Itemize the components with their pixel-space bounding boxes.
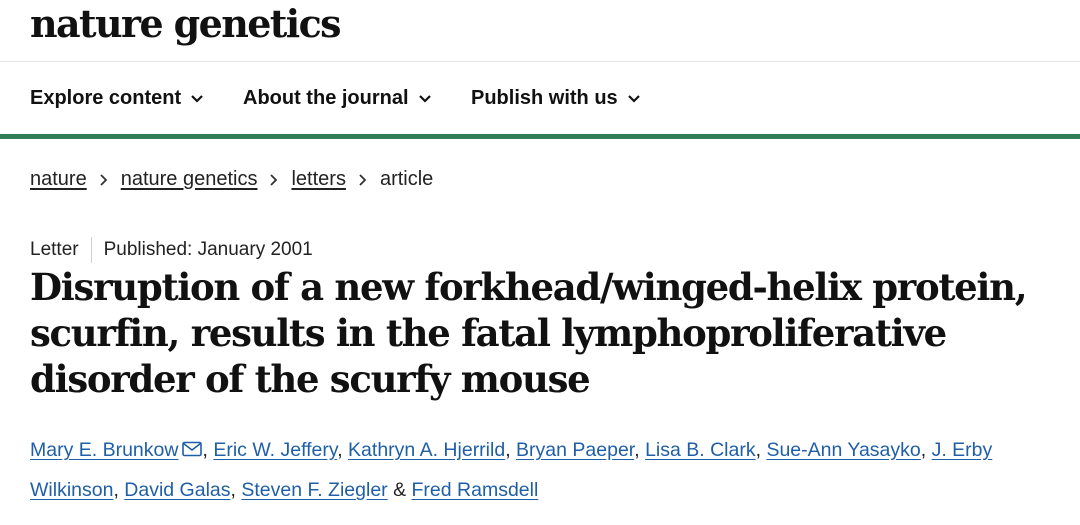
author-separator: , <box>505 439 517 461</box>
meta-divider <box>90 237 92 263</box>
nav-label: About the journal <box>243 87 409 109</box>
author-list: Mary E. Brunkow, Eric W. Jeffery, Kathry… <box>30 430 1060 510</box>
nav-explore-content[interactable]: Explore content <box>30 86 205 110</box>
nav-label: Publish with us <box>471 87 618 109</box>
breadcrumb-current: article <box>379 168 434 190</box>
author-link[interactable]: Mary E. Brunkow <box>30 439 178 461</box>
site-header: nature genetics <box>0 0 1080 62</box>
chevron-right-icon <box>346 166 380 192</box>
nav-label: Explore content <box>30 87 182 109</box>
nav-accent-rule <box>0 134 1080 139</box>
author-separator: , <box>755 439 767 461</box>
author-separator: , <box>337 439 349 461</box>
publish-date: Published: January 2001 <box>103 239 313 260</box>
author-separator: , <box>113 479 125 501</box>
mail-icon[interactable] <box>182 441 203 457</box>
author-link[interactable]: Bryan Paeper <box>516 439 634 461</box>
journal-logo[interactable]: nature genetics <box>30 2 342 46</box>
author-link[interactable]: Lisa B. Clark <box>645 439 756 461</box>
main-nav: Explore content About the journal Publis… <box>0 62 1080 134</box>
nav-about-journal[interactable]: About the journal <box>243 86 433 110</box>
author-link[interactable]: Kathryn A. Hjerrild <box>348 439 505 461</box>
nav-publish-with-us[interactable]: Publish with us <box>471 86 642 110</box>
breadcrumb-letters[interactable]: letters <box>291 166 345 192</box>
author-link[interactable]: Sue-Ann Yasayko <box>766 439 920 461</box>
author-separator: , <box>202 439 214 461</box>
chevron-right-icon <box>87 166 121 192</box>
chevron-down-icon <box>627 95 640 103</box>
chevron-down-icon <box>191 95 203 103</box>
author-link[interactable]: Eric W. Jeffery <box>213 439 337 461</box>
author-separator: , <box>230 479 242 501</box>
author-link[interactable]: Steven F. Ziegler <box>241 479 387 501</box>
breadcrumb-nature[interactable]: nature <box>30 166 87 192</box>
breadcrumb-nature-genetics[interactable]: nature genetics <box>121 166 258 192</box>
author-link[interactable]: Fred Ramsdell <box>412 479 539 501</box>
author-link[interactable]: David Galas <box>124 479 230 501</box>
breadcrumb: nature nature genetics letters article <box>30 166 433 192</box>
article-meta: Letter Published: January 2001 <box>30 237 313 263</box>
author-separator: , <box>920 439 932 461</box>
article-type: Letter <box>30 239 79 260</box>
chevron-down-icon <box>418 95 431 103</box>
author-separator: , <box>634 439 646 461</box>
author-separator: & <box>387 479 412 501</box>
article-title: Disruption of a new forkhead/winged-heli… <box>30 265 1028 401</box>
chevron-right-icon <box>257 166 291 192</box>
